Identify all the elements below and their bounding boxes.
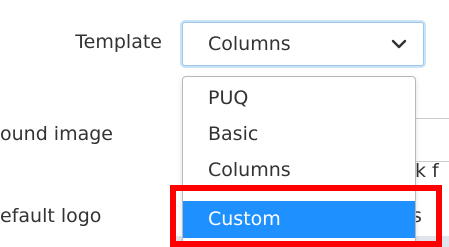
chevron-down-icon (391, 39, 407, 49)
dropdown-option-puq[interactable]: PUQ (183, 83, 415, 114)
default-logo-label: efault logo (0, 205, 102, 227)
dropdown-option-basic[interactable]: Basic (183, 119, 415, 150)
template-label: Template (75, 31, 162, 53)
template-select-value: Columns (208, 33, 291, 55)
dropdown-option-custom[interactable]: Custom (183, 201, 415, 238)
template-settings-panel: Template Columns ound image k f efault l… (0, 0, 449, 247)
background-image-input-text: k f (415, 160, 439, 182)
template-dropdown-list: PUQ Basic Columns Custom (182, 76, 416, 244)
template-select[interactable]: Columns (182, 22, 424, 66)
background-image-label: ound image (0, 123, 113, 145)
dropdown-option-columns[interactable]: Columns (183, 155, 415, 186)
